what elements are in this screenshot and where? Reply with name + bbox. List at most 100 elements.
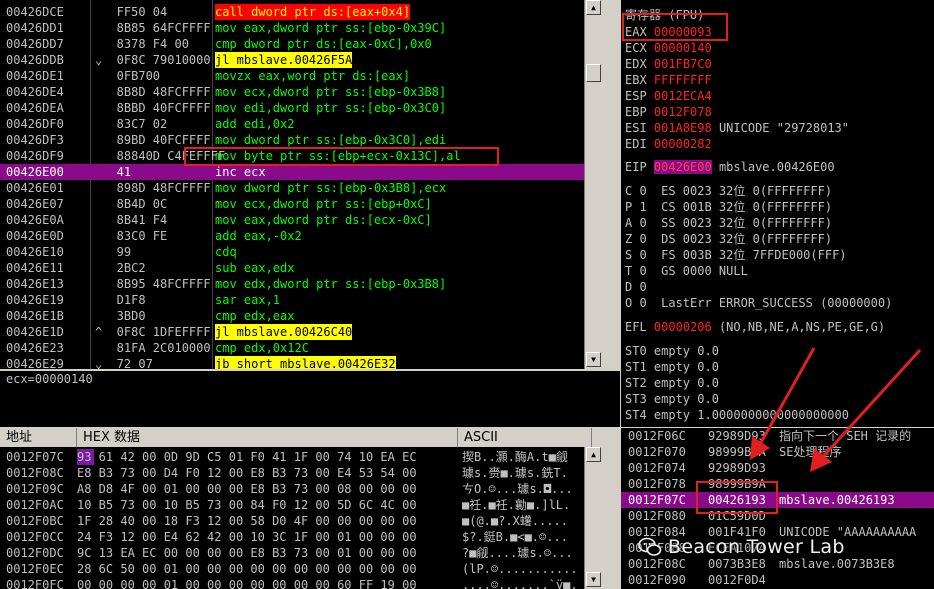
disasm-row[interactable]: 00426DE1 0FB700 movzx eax,word ptr ds:[ea… [0, 68, 602, 84]
hexdump-row[interactable]: 0012F0FC 00 00 00 00 01 00 00 00 00 00 00… [0, 577, 585, 589]
scroll-down-icon[interactable]: ▼ [586, 572, 601, 587]
hexdump-scrollbar[interactable]: ▲ ▼ [584, 447, 602, 589]
hexdump-row[interactable]: 0012F0DC 9C 13 EA EC 00 00 00 00 E8 B3 73… [0, 545, 585, 561]
stack-address: 0012F090 [628, 573, 686, 587]
disasm-row[interactable]: 00426DD1 8B85 64FCFFFF mov eax,dword ptr … [0, 20, 602, 36]
row-hex: 8B41 F4 [95, 213, 168, 227]
register-value[interactable]: 00000206 [654, 320, 712, 334]
register-row[interactable]: EDX 001FB7C0 [625, 56, 719, 72]
hexdump-row[interactable]: 0012F0AC 10 B5 73 00 10 B5 73 00 84 F0 12… [0, 497, 585, 513]
flag-row[interactable]: A 0 SS 0023 32位 0(FFFFFFFF) [625, 215, 832, 231]
disasm-row[interactable]: 00426E19 D1F8 sar eax,1 [0, 292, 602, 308]
disasm-row[interactable]: 00426DF0 83C7 02 add edi,0x2 [0, 116, 602, 132]
register-row[interactable]: ESP 0012ECA4 [625, 88, 719, 104]
disasm-row[interactable]: 00426DCE FF50 04 call dword ptr ds:[eax+0… [0, 4, 602, 20]
row-address: 00426E19 [6, 293, 64, 307]
disasm-row[interactable]: 00426DEA 8BBD 40FCFFFF mov edi,dword ptr … [0, 100, 602, 116]
disassembly-pane[interactable]: 00426DCE FF50 04 call dword ptr ds:[eax+0… [0, 0, 602, 369]
disasm-scrollbar[interactable]: ▲ ▼ [584, 0, 602, 369]
register-name: ESI [625, 121, 647, 135]
flag-row[interactable]: S 0 FS 003B 32位 7FFDE000(FFF) [625, 247, 847, 263]
fpu-row[interactable]: ST1 empty 0.0 [625, 359, 719, 375]
row-hex: 81FA 2C010000 [95, 341, 211, 355]
disasm-row[interactable]: 00426DDB ⌄ 0F8C 79010000 jl mbslave.00426F… [0, 52, 602, 68]
register-row[interactable]: EIP 00426E00 mbslave.00426E00 [625, 159, 835, 175]
row-address: 00426E13 [6, 277, 64, 291]
disasm-row[interactable]: 00426E23 81FA 2C010000 cmp edx,0x12C [0, 340, 602, 356]
scroll-thumb[interactable] [586, 64, 601, 82]
register-row[interactable]: EBP 0012F078 [625, 104, 719, 120]
fpu-row[interactable]: ST0 empty 0.0 [625, 343, 719, 359]
flag-row[interactable]: P 1 CS 001B 32位 0(FFFFFFFF) [625, 199, 832, 215]
register-row[interactable]: EBX FFFFFFFF [625, 72, 719, 88]
disasm-row[interactable]: 00426E07 8B4D 0C mov ecx,dword ptr ss:[eb… [0, 196, 602, 212]
disasm-row[interactable]: 00426E1B 3BD0 cmp edx,eax [0, 308, 602, 324]
column-header-address[interactable]: 地址 [0, 428, 77, 447]
stack-row[interactable]: 0012F080 01C59D0D [621, 508, 934, 524]
row-instruction: sub eax,edx [215, 261, 295, 275]
register-value[interactable]: 00426E00 [653, 160, 712, 174]
register-row[interactable]: EAX 00000093 [625, 24, 719, 40]
register-row[interactable]: EFL 00000206 (NO,NB,NE,A,NS,PE,GE,G) [625, 319, 885, 335]
row-instruction: mov ecx,dword ptr ss:[ebp+0xC] [215, 197, 432, 211]
register-value[interactable]: 0012ECA4 [654, 89, 712, 103]
row-address: 00426E00 [6, 165, 64, 179]
scroll-up-icon[interactable]: ▲ [586, 447, 601, 462]
register-value[interactable]: 0012F078 [654, 105, 712, 119]
disasm-row[interactable]: 00426E10 99 cdq [0, 244, 602, 260]
hexdump-pane[interactable]: 0012F07C 93 61 42 00 0D 9D C5 01 F0 41 1F… [0, 447, 602, 589]
hex-address: 0012F0DC [6, 546, 64, 560]
scroll-down-icon[interactable]: ▼ [586, 352, 601, 367]
stack-address: 0012F078 [628, 477, 686, 491]
hexdump-row[interactable]: 0012F07C 93 61 42 00 0D 9D C5 01 F0 41 1F… [0, 449, 585, 465]
register-row[interactable]: ECX 00000140 [625, 40, 719, 56]
disasm-row[interactable]: 00426DD7 8378 F4 00 cmp dword ptr ds:[eax… [0, 36, 602, 52]
register-row[interactable]: EDI 00000282 [625, 136, 719, 152]
pane-splitter[interactable] [602, 0, 621, 371]
disasm-row[interactable]: 00426E29 ⌄ 72 07 jb short mbslave.00426E32 [0, 356, 602, 369]
hexdump-row[interactable]: 0012F0BC 1F 28 40 00 18 F3 12 00 58 D0 4F… [0, 513, 585, 529]
disasm-row[interactable]: 00426E0D 83C0 FE add eax,-0x2 [0, 228, 602, 244]
row-hex: 83C7 02 [95, 117, 168, 131]
fpu-row[interactable]: ST3 empty 0.0 [625, 391, 719, 407]
register-value[interactable]: 001A8E98 [654, 121, 712, 135]
flag-row[interactable]: C 0 ES 0023 32位 0(FFFFFFFF) [625, 183, 832, 199]
column-header-hex[interactable]: HEX 数据 [77, 428, 458, 447]
register-value[interactable]: 00000282 [654, 137, 712, 151]
register-value[interactable]: FFFFFFFF [654, 73, 712, 87]
register-value[interactable]: 00000140 [654, 41, 712, 55]
hexdump-row[interactable]: 0012F0EC 28 6C 50 00 01 00 00 00 00 00 00… [0, 561, 585, 577]
row-address: 00426DF3 [6, 133, 64, 147]
register-value[interactable]: 00000093 [654, 25, 712, 39]
hexdump-row[interactable]: 0012F08C E8 B3 73 00 D4 F0 12 00 E8 B3 73… [0, 465, 585, 481]
disasm-row[interactable]: 00426DE4 8B8D 48FCFFFF mov ecx,dword ptr … [0, 84, 602, 100]
row-address: 00426DF9 [6, 149, 64, 163]
row-address: 00426DEA [6, 101, 64, 115]
flag-row[interactable]: D 0 [625, 279, 647, 295]
stack-address: 0012F07C [628, 493, 686, 507]
disasm-row[interactable]: 00426E0A 8B41 F4 mov eax,dword ptr ds:[ec… [0, 212, 602, 228]
hexdump-row[interactable]: 0012F09C A8 D8 4F 00 01 00 00 00 E8 B3 73… [0, 481, 585, 497]
scroll-up-icon[interactable]: ▲ [586, 0, 601, 15]
disasm-row-selected[interactable]: 00426E00 41 inc ecx [0, 164, 602, 180]
row-instruction: jl mbslave.00426F5A [215, 52, 353, 68]
hex-ascii: ?■觎....璩s.☺... [462, 546, 573, 560]
row-hex: ⌄ 0F8C 79010000 [95, 53, 211, 67]
disasm-row[interactable]: 00426E11 2BC2 sub eax,edx [0, 260, 602, 276]
register-value[interactable]: 001FB7C0 [654, 57, 712, 71]
flag-row[interactable]: T 0 GS 0000 NULL [625, 263, 748, 279]
disasm-row[interactable]: 00426DF9 88840D C4FEFFFF mov byte ptr ss:… [0, 148, 602, 164]
stack-row-selected[interactable]: 0012F07C 00426193 mbslave.00426193 [621, 492, 934, 508]
disasm-row[interactable]: 00426E01 898D 48FCFFFF mov dword ptr ss:[… [0, 180, 602, 196]
stack-row[interactable]: 0012F08C 0073B3E8 mbslave.0073B3E8 [621, 556, 934, 572]
flag-row[interactable]: Z 0 DS 0023 32位 0(FFFFFFFF) [625, 231, 832, 247]
hexdump-row[interactable]: 0012F0CC 24 F3 12 00 E4 62 42 00 10 3C 1F… [0, 529, 585, 545]
stack-row[interactable]: 0012F090 0012F0D4 [621, 572, 934, 588]
column-header-ascii[interactable]: ASCII [458, 428, 592, 447]
flag-row[interactable]: O 0 LastErr ERROR_SUCCESS (00000000) [625, 295, 892, 311]
disasm-row[interactable]: 00426DF3 89BD 40FCFFFF mov dword ptr ss:[… [0, 132, 602, 148]
disasm-row[interactable]: 00426E13 8B95 48FCFFFF mov edx,dword ptr … [0, 276, 602, 292]
register-row[interactable]: ESI 001A8E98 UNICODE "29728013" [625, 120, 849, 136]
fpu-row[interactable]: ST2 empty 0.0 [625, 375, 719, 391]
disasm-row[interactable]: 00426E1D ^ 0F8C 1DFEFFFF jl mbslave.00426C… [0, 324, 602, 340]
